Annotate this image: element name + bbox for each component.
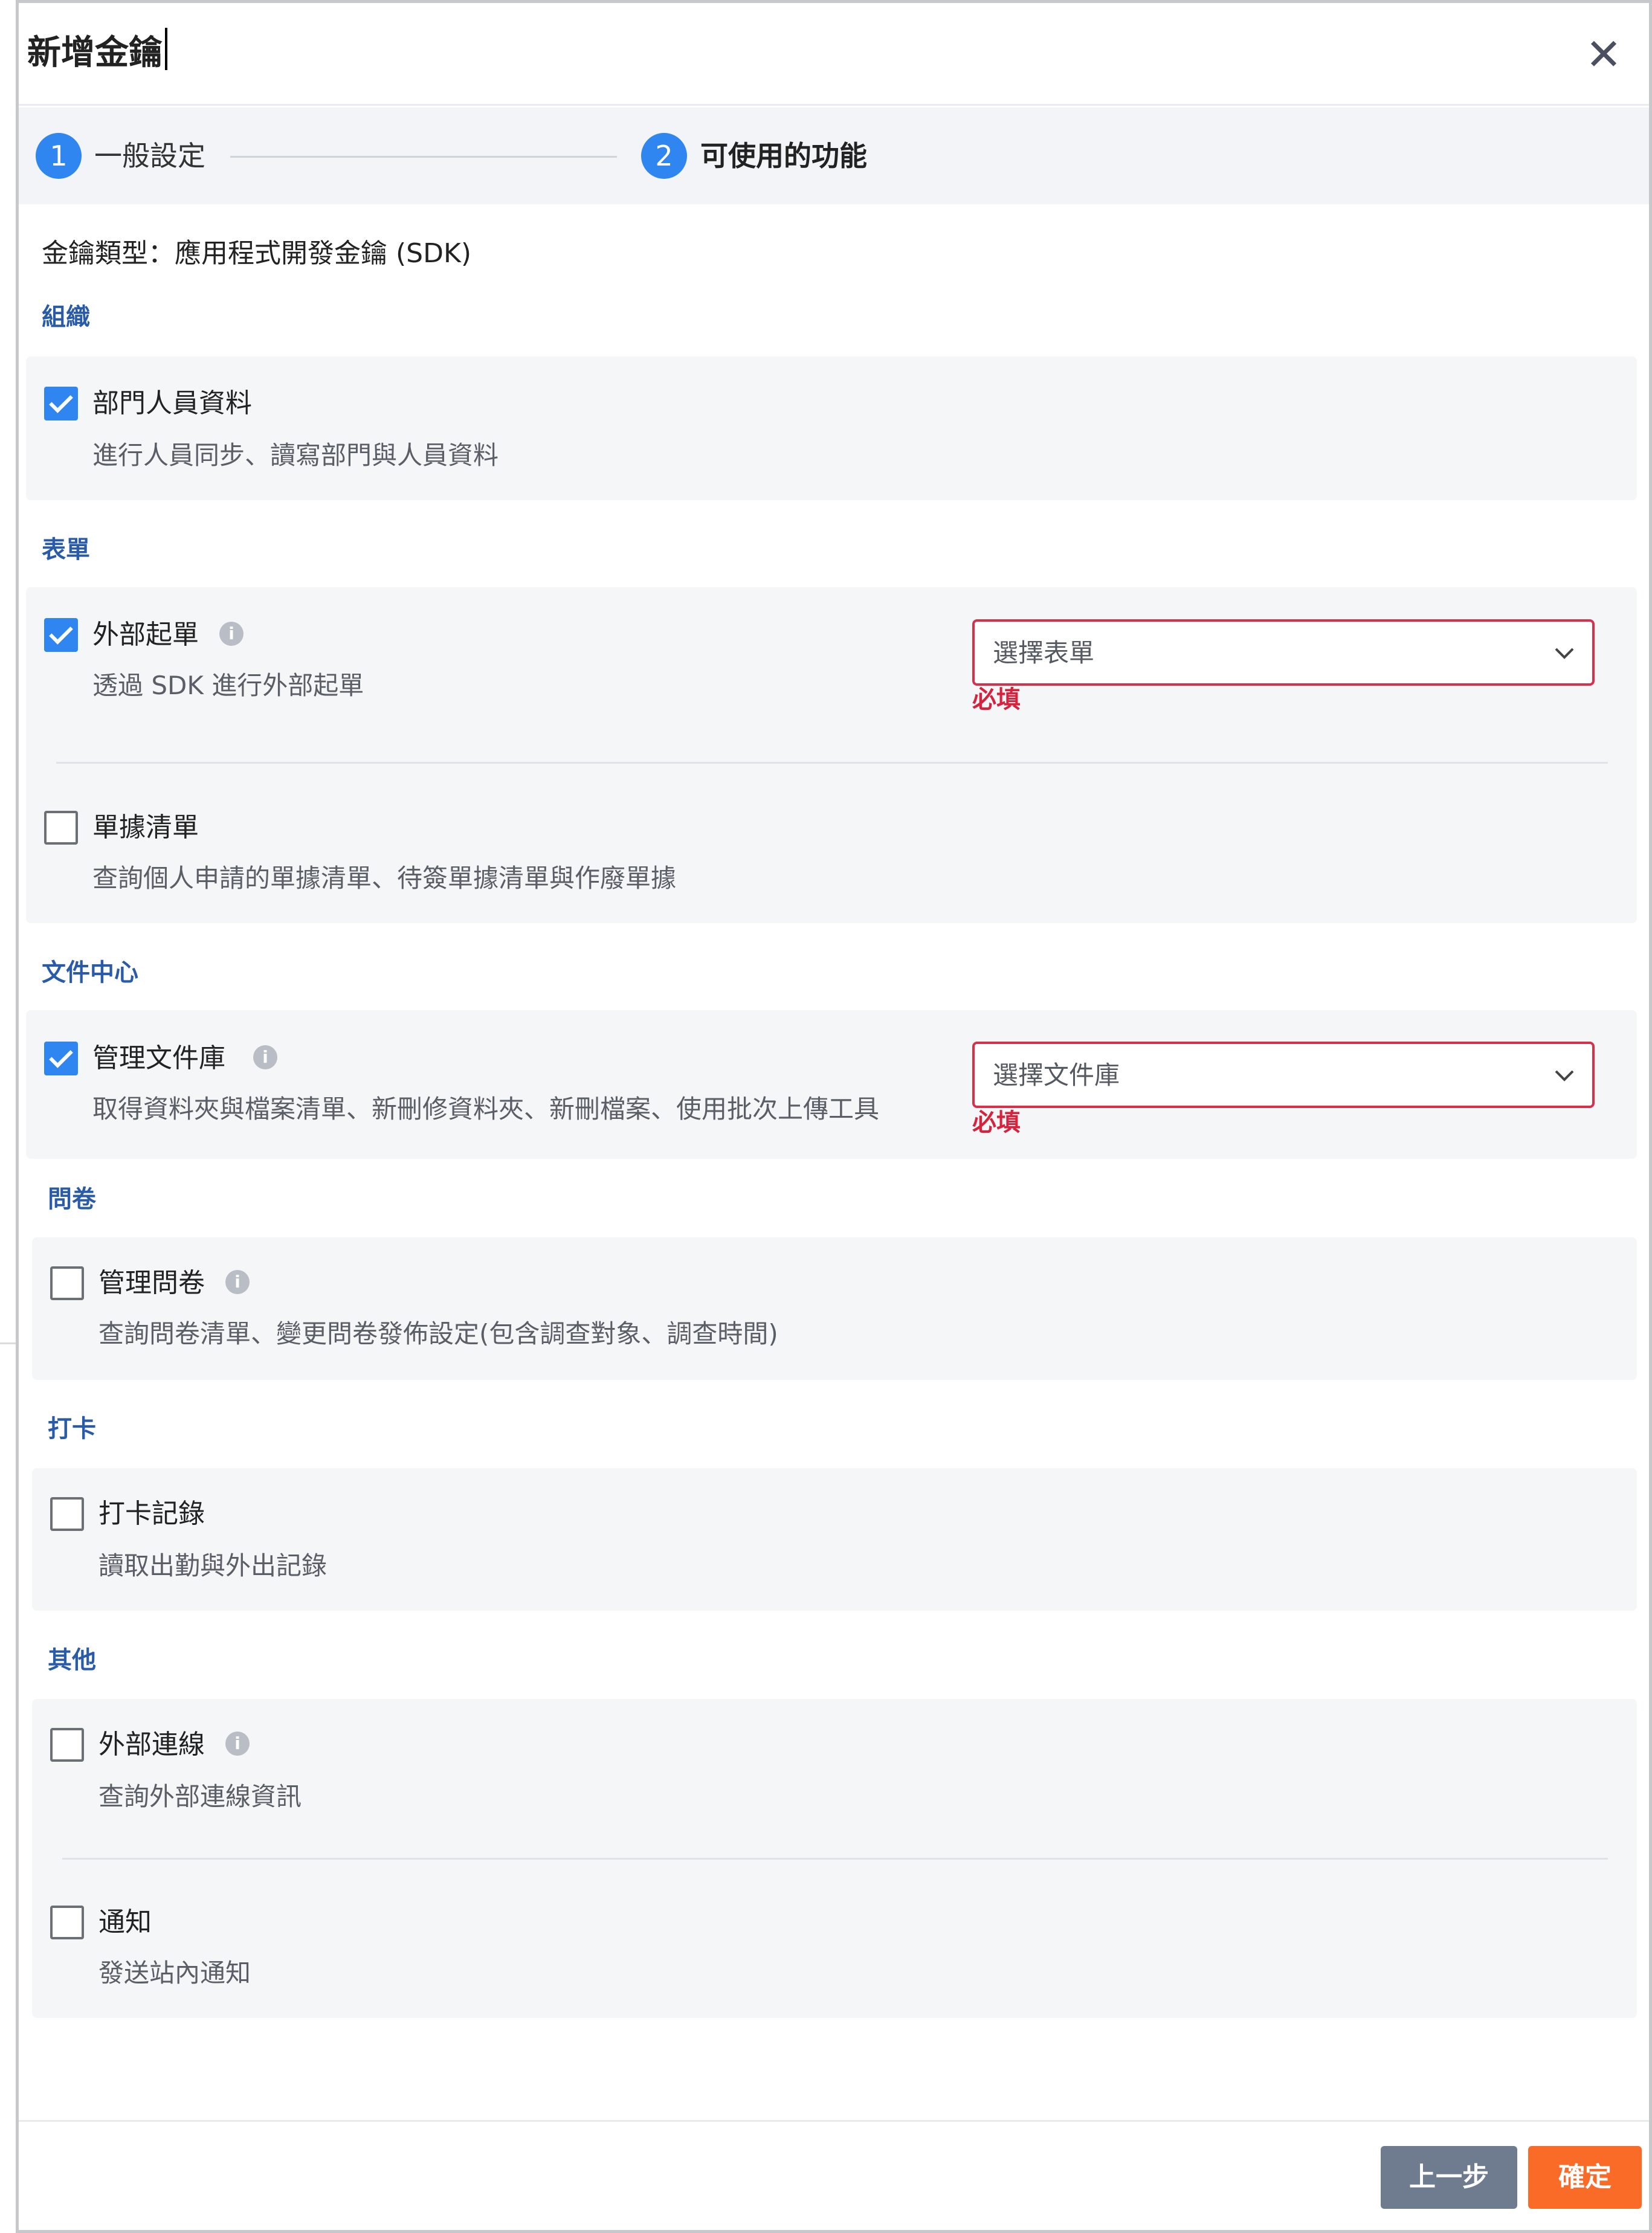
select-placeholder: 選擇文件庫 bbox=[993, 1060, 1120, 1090]
item-label: 單據清單 bbox=[92, 812, 199, 843]
text-cursor bbox=[165, 28, 167, 70]
section-card-survey: 管理問卷 i 查詢問卷清單、變更問卷發佈設定(包含調查對象、調查時間) bbox=[32, 1237, 1637, 1380]
new-key-dialog: 新增金鑰 ✕ 1 一般設定 2 可使用的功能 金鑰類型：應用程式開發金鑰 (SD… bbox=[16, 0, 1652, 2233]
item-desc: 查詢問卷清單、變更問卷發佈設定(包含調查對象、調查時間) bbox=[98, 1319, 778, 1348]
prev-step-button[interactable]: 上一步 bbox=[1381, 2146, 1517, 2209]
checkbox-document-list[interactable] bbox=[44, 811, 78, 845]
section-title-other: 其他 bbox=[48, 1646, 96, 1674]
section-card-docs: 管理文件庫 i 取得資料夾與檔案清單、新刪修資料夾、新刪檔案、使用批次上傳工具 … bbox=[26, 1010, 1637, 1159]
item-label: 外部起單 bbox=[92, 619, 199, 650]
chevron-down-icon bbox=[1555, 1070, 1574, 1081]
info-icon[interactable]: i bbox=[253, 1045, 277, 1069]
key-type-text: 金鑰類型：應用程式開發金鑰 (SDK) bbox=[42, 238, 471, 269]
step-2-label: 可使用的功能 bbox=[700, 140, 867, 172]
step-1-label: 一般設定 bbox=[94, 140, 205, 172]
section-card-org: 部門人員資料 進行人員同步、讀寫部門與人員資料 bbox=[26, 356, 1637, 500]
item-label: 部門人員資料 bbox=[92, 388, 252, 419]
step-2-number: 2 bbox=[641, 133, 687, 179]
footer-divider bbox=[19, 2120, 1649, 2122]
item-desc: 透過 SDK 進行外部起單 bbox=[92, 671, 364, 700]
stepper: 1 一般設定 2 可使用的功能 bbox=[19, 108, 1649, 204]
item-divider bbox=[56, 762, 1608, 764]
dialog-header: 新增金鑰 ✕ bbox=[19, 3, 1649, 106]
confirm-button[interactable]: 確定 bbox=[1528, 2146, 1642, 2209]
checkbox-manage-library[interactable] bbox=[44, 1042, 78, 1075]
item-label: 管理問卷 bbox=[98, 1268, 205, 1298]
checkbox-external-form[interactable] bbox=[44, 618, 78, 652]
section-title-punch: 打卡 bbox=[48, 1415, 96, 1443]
item-desc: 取得資料夾與檔案清單、新刪修資料夾、新刪檔案、使用批次上傳工具 bbox=[92, 1094, 880, 1124]
item-label: 打卡記錄 bbox=[98, 1498, 205, 1529]
item-desc: 查詢個人申請的單據清單、待簽單據清單與作廢單據 bbox=[92, 863, 677, 893]
select-placeholder: 選擇表單 bbox=[993, 638, 1095, 668]
checkbox-manage-survey[interactable] bbox=[50, 1266, 84, 1300]
section-title-org: 組織 bbox=[42, 303, 90, 331]
step-1-number: 1 bbox=[36, 133, 82, 179]
checkbox-department-staff[interactable] bbox=[44, 387, 78, 420]
info-icon[interactable]: i bbox=[225, 1732, 250, 1756]
section-title-docs: 文件中心 bbox=[42, 959, 138, 987]
item-divider bbox=[62, 1858, 1608, 1860]
close-icon[interactable]: ✕ bbox=[1576, 27, 1631, 82]
select-form-dropdown[interactable]: 選擇表單 bbox=[972, 619, 1595, 686]
item-desc: 發送站內通知 bbox=[98, 1958, 251, 1988]
item-desc: 進行人員同步、讀寫部門與人員資料 bbox=[92, 440, 499, 470]
checkbox-punch-record[interactable] bbox=[50, 1497, 84, 1531]
background-edge bbox=[0, 0, 16, 2233]
info-icon[interactable]: i bbox=[225, 1270, 250, 1294]
step-connector bbox=[230, 156, 617, 158]
item-label: 管理文件庫 bbox=[92, 1043, 225, 1074]
item-desc: 查詢外部連線資訊 bbox=[98, 1782, 302, 1811]
checkbox-notification[interactable] bbox=[50, 1906, 84, 1939]
item-label: 通知 bbox=[98, 1907, 152, 1938]
section-card-punch: 打卡記錄 讀取出勤與外出記錄 bbox=[32, 1468, 1637, 1611]
section-card-form: 外部起單 i 透過 SDK 進行外部起單 選擇表單 必填 單據清單 查詢個人申請… bbox=[26, 587, 1637, 923]
background-divider bbox=[0, 1342, 16, 1344]
required-hint: 必填 bbox=[972, 686, 1021, 714]
section-title-form: 表單 bbox=[42, 536, 90, 564]
dialog-title: 新增金鑰 bbox=[27, 26, 167, 80]
select-library-dropdown[interactable]: 選擇文件庫 bbox=[972, 1042, 1595, 1108]
section-title-survey: 問卷 bbox=[48, 1185, 96, 1213]
chevron-down-icon bbox=[1555, 648, 1574, 659]
section-card-other: 外部連線 i 查詢外部連線資訊 通知 發送站內通知 bbox=[32, 1699, 1637, 2018]
info-icon[interactable]: i bbox=[219, 622, 244, 646]
checkbox-external-connection[interactable] bbox=[50, 1728, 84, 1762]
required-hint: 必填 bbox=[972, 1109, 1021, 1136]
item-label: 外部連線 bbox=[98, 1729, 205, 1760]
item-desc: 讀取出勤與外出記錄 bbox=[98, 1551, 327, 1580]
